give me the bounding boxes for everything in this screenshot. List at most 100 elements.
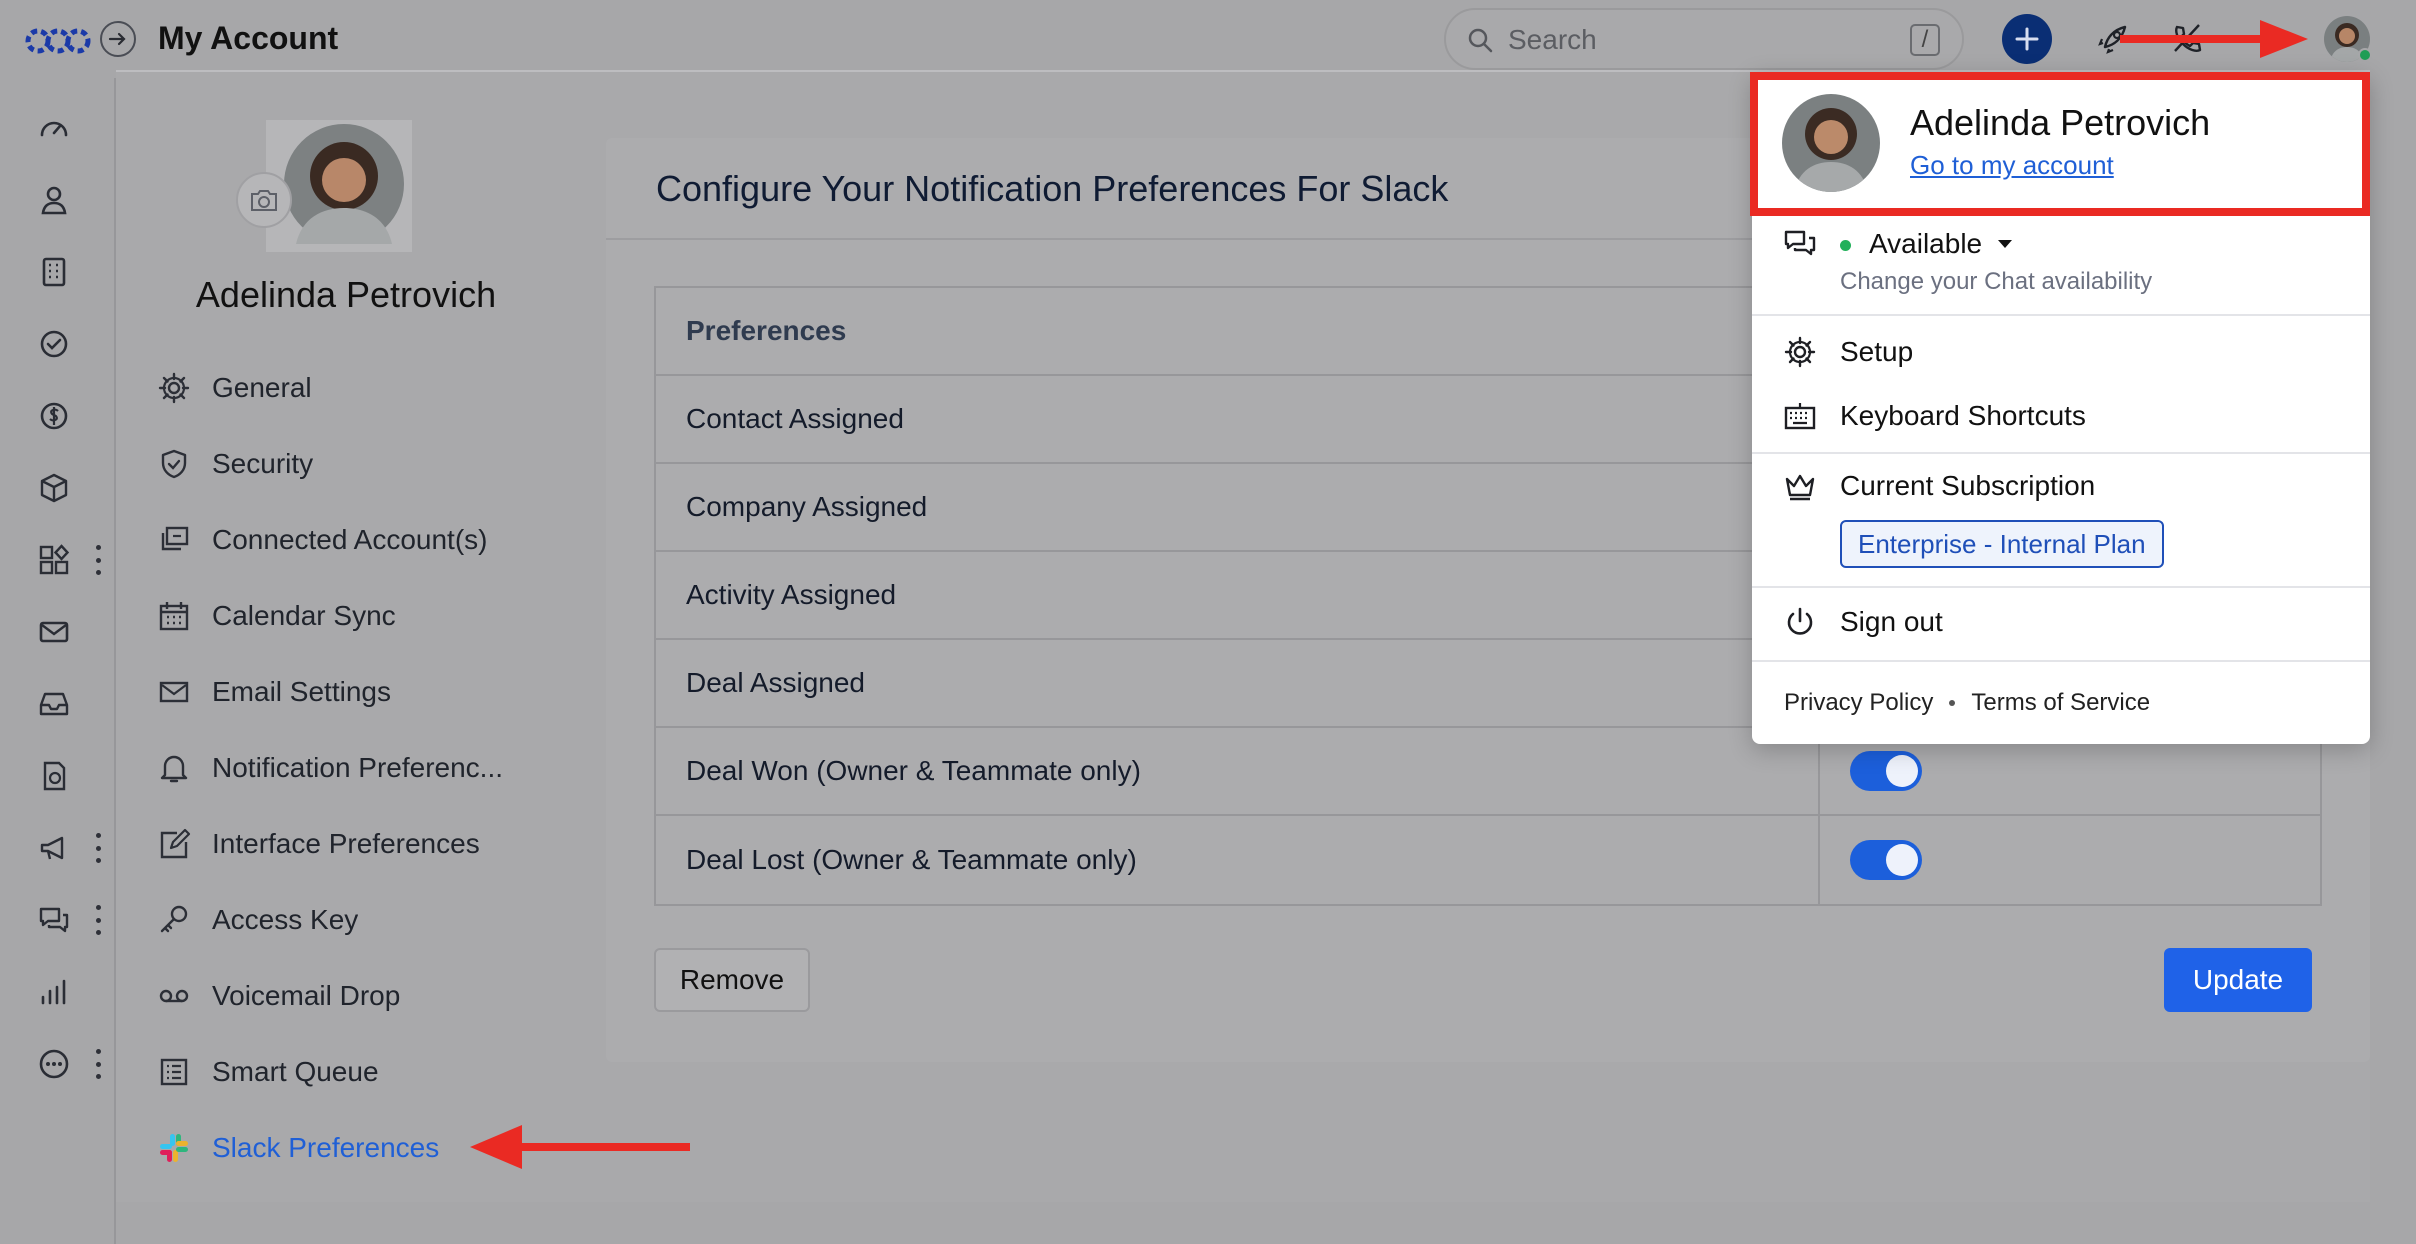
menu-item-sign-out[interactable]: Sign out — [1780, 602, 1943, 642]
column-header-preferences: Preferences — [656, 288, 1820, 374]
bar-chart-icon — [41, 979, 66, 1005]
rail-apps[interactable] — [32, 538, 76, 582]
power-icon — [1787, 607, 1813, 635]
apps-grid-icon — [39, 544, 70, 575]
availability-status: Available — [1869, 228, 1983, 259]
search-shortcut-hint: / — [1910, 24, 1940, 56]
rail-reports[interactable] — [32, 970, 76, 1014]
nav-email-settings[interactable]: Email Settings — [156, 664, 576, 720]
nav-smart-queue[interactable]: Smart Queue — [156, 1044, 576, 1100]
separator-dot — [1949, 700, 1956, 706]
dropdown-footer: Privacy Policy Terms of Service — [1784, 689, 2150, 717]
available-status-dot — [1840, 240, 1851, 252]
terms-of-service-link[interactable]: Terms of Service — [1971, 689, 2150, 717]
subscription-plan-badge[interactable]: Enterprise - Internal Plan — [1840, 520, 2164, 568]
create-new-button[interactable] — [2002, 14, 2052, 64]
card-title: Configure Your Notification Preferences … — [656, 168, 1449, 209]
menu-item-label: Current Subscription — [1840, 470, 2096, 501]
preference-label: Deal Won (Owner & Teammate only) — [656, 728, 1820, 814]
voicemail-icon — [159, 989, 189, 1003]
privacy-policy-link[interactable]: Privacy Policy — [1784, 689, 1933, 717]
nav-interface-preferences[interactable]: Interface Preferences — [156, 816, 576, 872]
rail-more-options[interactable] — [92, 1049, 104, 1079]
crown-icon — [1785, 474, 1815, 501]
keyboard-icon — [1784, 403, 1816, 430]
top-bar: My Account / — [0, 0, 2416, 78]
nav-security[interactable]: Security — [156, 436, 576, 492]
nav-connected-accounts[interactable]: Connected Account(s) — [156, 512, 576, 568]
caret-down-icon — [1998, 240, 2013, 248]
envelope-icon — [159, 681, 189, 703]
key-icon — [160, 905, 188, 933]
annotation-arrow-left — [470, 1125, 690, 1169]
nav-voicemail-drop[interactable]: Voicemail Drop — [156, 968, 576, 1024]
rail-contacts[interactable] — [32, 178, 76, 222]
menu-item-label: Sign out — [1840, 606, 1943, 637]
left-rail — [0, 78, 116, 1244]
cube-icon — [40, 473, 68, 503]
nav-notification-preferences[interactable]: Notification Preferenc... — [156, 740, 576, 796]
rail-documents[interactable] — [32, 754, 76, 798]
nav-label: Security — [212, 448, 314, 479]
nav-label: Connected Account(s) — [212, 524, 488, 555]
rail-campaigns[interactable] — [32, 826, 76, 870]
divider — [1752, 660, 2370, 662]
divider — [1752, 452, 2370, 454]
update-button[interactable]: Update — [2164, 948, 2312, 1012]
rail-more[interactable] — [32, 1042, 76, 1086]
dollar-icon — [40, 402, 68, 430]
page-title: My Account — [158, 20, 339, 56]
rail-email[interactable] — [32, 610, 76, 654]
nav-label: General — [212, 372, 312, 403]
annotation-highlight-box — [1750, 72, 2370, 216]
rail-companies[interactable] — [32, 250, 76, 294]
change-photo-button[interactable] — [236, 172, 292, 228]
preference-label: Contact Assigned — [656, 376, 1820, 462]
calendar-icon — [159, 602, 189, 631]
nav-label: Interface Preferences — [212, 828, 480, 859]
rail-deals[interactable] — [32, 394, 76, 438]
nav-label: Voicemail Drop — [212, 980, 401, 1011]
expand-sidebar-button[interactable] — [100, 21, 136, 57]
annotation-arrow-right — [2120, 20, 2308, 58]
plus-icon — [2015, 27, 2039, 51]
search-icon — [1468, 28, 1493, 53]
menu-item-label: Keyboard Shortcuts — [1840, 400, 2086, 431]
arrow-right-icon — [108, 32, 126, 46]
menu-item-setup[interactable]: Setup — [1780, 332, 1913, 372]
nav-label: Access Key — [212, 904, 359, 935]
chat-availability-selector[interactable]: Available — [1780, 224, 2014, 264]
divider — [1752, 586, 2370, 588]
nav-general[interactable]: General — [156, 360, 576, 416]
table-row: Deal Lost (Owner & Teammate only) — [656, 816, 2320, 904]
rail-products[interactable] — [32, 466, 76, 510]
remove-button[interactable]: Remove — [654, 948, 810, 1012]
mail-icon — [39, 621, 69, 643]
deal-lost-toggle[interactable] — [1850, 840, 1922, 880]
menu-item-keyboard-shortcuts[interactable]: Keyboard Shortcuts — [1780, 396, 2086, 436]
nav-calendar-sync[interactable]: Calendar Sync — [156, 588, 576, 644]
online-status-dot — [2358, 48, 2372, 62]
nav-label: Email Settings — [212, 676, 391, 707]
rail-dashboard[interactable] — [32, 106, 76, 150]
rail-chat[interactable] — [32, 898, 76, 942]
edit-icon — [160, 828, 191, 859]
menu-item-current-subscription: Current Subscription — [1780, 466, 2095, 506]
rail-tasks[interactable] — [32, 322, 76, 366]
app-logo[interactable] — [24, 22, 92, 60]
search-input[interactable] — [1508, 20, 1888, 60]
preference-label: Deal Lost (Owner & Teammate only) — [656, 816, 1820, 904]
nav-label: Notification Preferenc... — [212, 752, 504, 783]
megaphone-icon — [40, 836, 64, 860]
gear-icon — [1784, 336, 1816, 368]
nav-access-key[interactable]: Access Key — [156, 892, 576, 948]
rail-chat-more[interactable] — [92, 905, 104, 935]
shield-icon — [161, 449, 187, 479]
rail-inbox[interactable] — [32, 682, 76, 726]
deal-won-toggle[interactable] — [1850, 751, 1922, 791]
rail-apps-more[interactable] — [92, 545, 104, 575]
account-sidebar: Adelinda Petrovich General Security Conn… — [116, 90, 576, 1200]
rail-campaigns-more[interactable] — [92, 833, 104, 863]
search-bar[interactable]: / — [1444, 8, 1964, 70]
person-icon — [41, 186, 67, 215]
